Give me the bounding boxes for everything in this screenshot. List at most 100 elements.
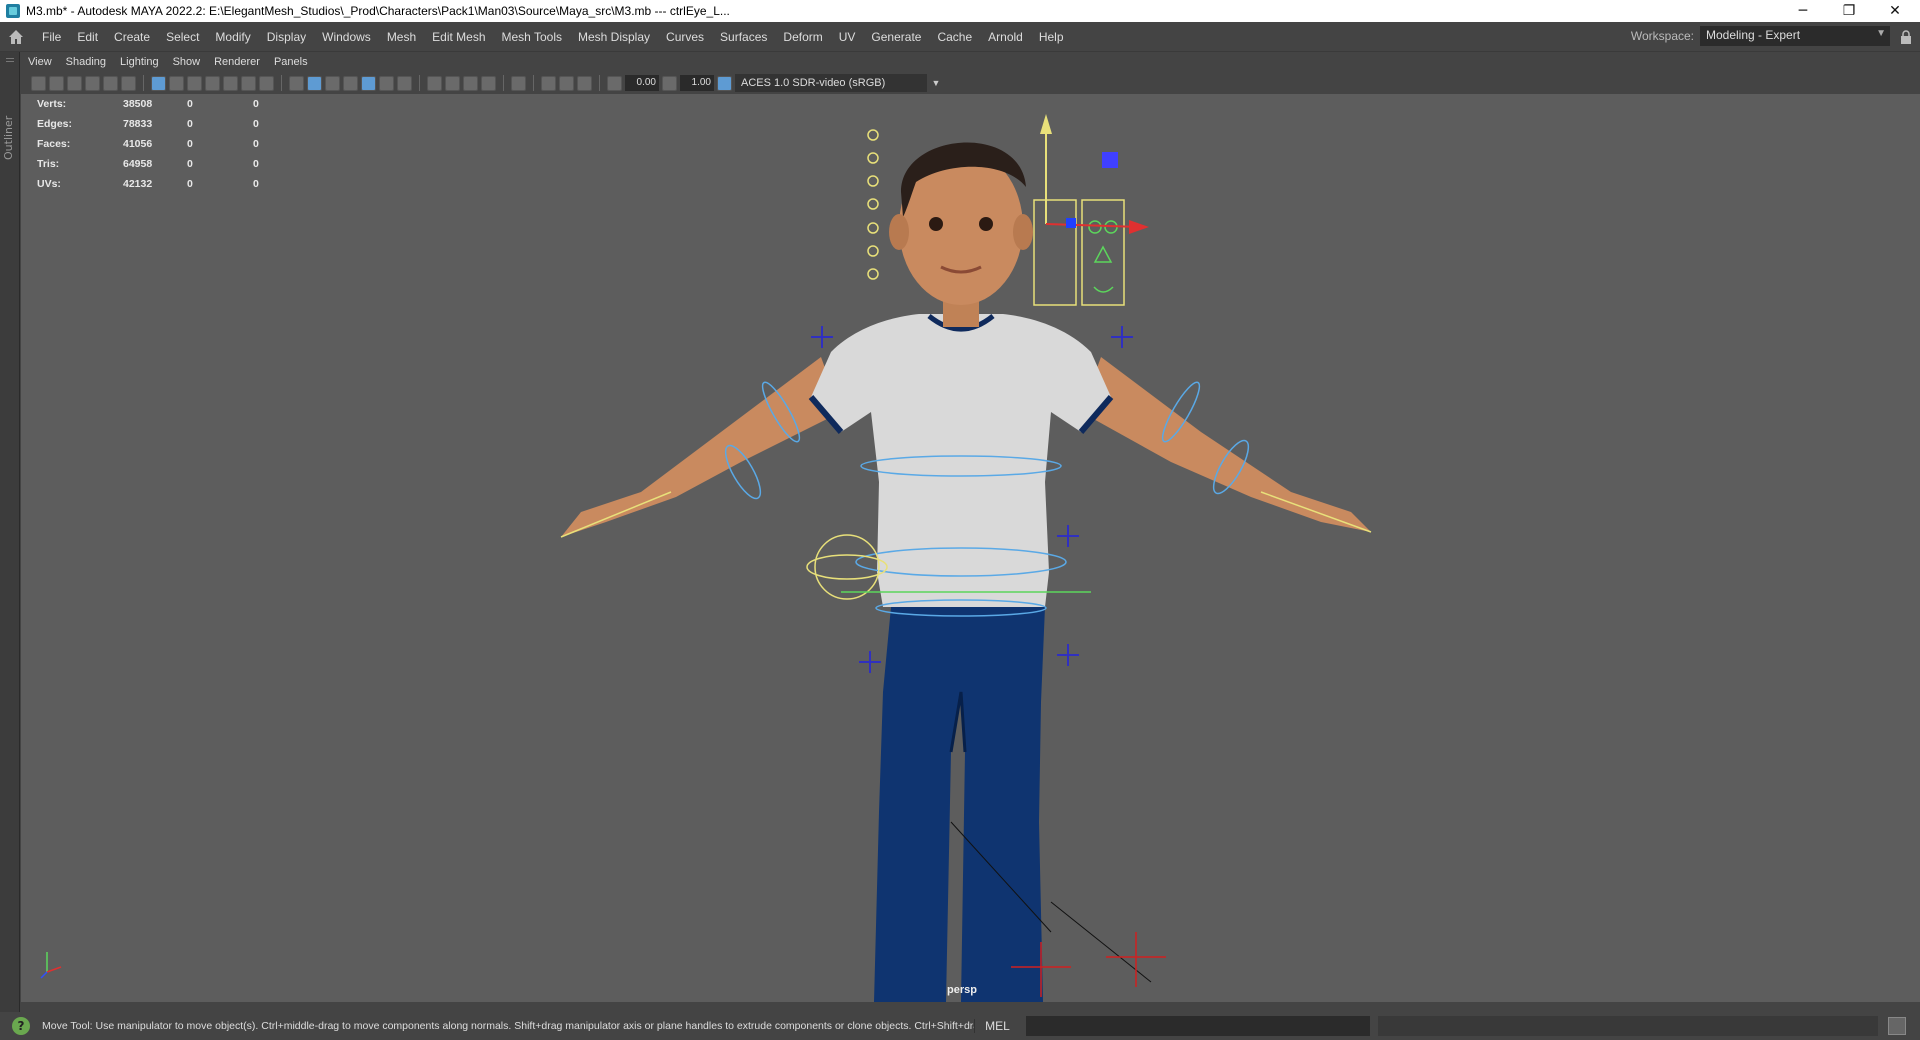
select-camera-icon[interactable] — [31, 75, 46, 91]
menu-deform[interactable]: Deform — [775, 22, 830, 52]
anti-aliasing-icon[interactable] — [463, 75, 478, 91]
menu-uv[interactable]: UV — [831, 22, 864, 52]
panel-menu-show[interactable]: Show — [166, 56, 208, 68]
xray-icon[interactable] — [541, 75, 556, 91]
screen-space-ao-icon[interactable] — [427, 75, 442, 91]
menu-arnold[interactable]: Arnold — [980, 22, 1031, 52]
minimize-button[interactable]: ─ — [1780, 0, 1826, 22]
isolate-select-icon[interactable] — [511, 75, 526, 91]
hud-label: Edges: — [37, 118, 73, 130]
menu-select[interactable]: Select — [158, 22, 207, 52]
default-material-icon[interactable] — [325, 75, 340, 91]
gamma-icon[interactable] — [662, 75, 677, 91]
shadows-icon[interactable] — [397, 75, 412, 91]
menu-generate[interactable]: Generate — [863, 22, 929, 52]
panel-toolbar: 0.00 1.00 ACES 1.0 SDR-video (sRGB) ▼ — [21, 72, 1920, 94]
hud-total: 78833 — [123, 118, 153, 130]
hud-components: 0 — [253, 118, 259, 130]
field-chart-icon[interactable] — [223, 75, 238, 91]
panel-menu-renderer[interactable]: Renderer — [207, 56, 267, 68]
safe-title-icon[interactable] — [259, 75, 274, 91]
menu-windows[interactable]: Windows — [314, 22, 379, 52]
menu-mesh[interactable]: Mesh — [379, 22, 424, 52]
xray-joints-icon[interactable] — [577, 75, 592, 91]
outliner-tab[interactable]: Outliner — [0, 52, 20, 1012]
2d-pan-zoom-icon[interactable] — [103, 75, 118, 91]
menu-modify[interactable]: Modify — [207, 22, 258, 52]
exposure-field[interactable]: 0.00 — [625, 75, 659, 91]
character-pants[interactable] — [874, 607, 1045, 1002]
character-arms[interactable] — [561, 357, 1371, 537]
help-message: Move Tool: Use manipulator to move objec… — [42, 1020, 974, 1032]
hud-total: 42132 — [123, 178, 153, 190]
hud-components: 0 — [253, 158, 259, 170]
rig-controls[interactable] — [40, 114, 1372, 997]
menu-surfaces[interactable]: Surfaces — [712, 22, 775, 52]
menu-curves[interactable]: Curves — [658, 22, 712, 52]
film-gate-icon[interactable] — [169, 75, 184, 91]
image-plane-icon[interactable] — [85, 75, 100, 91]
exposure-icon[interactable] — [607, 75, 622, 91]
home-icon[interactable] — [6, 27, 26, 47]
script-editor-icon[interactable] — [1888, 1017, 1906, 1035]
toolbar-separator — [599, 75, 600, 91]
workspace-value: Modeling - Expert — [1706, 28, 1801, 42]
menu-display[interactable]: Display — [259, 22, 314, 52]
menu-edit[interactable]: Edit — [69, 22, 106, 52]
viewport-panel[interactable]: View Shading Lighting Show Renderer Pane… — [21, 52, 1920, 1002]
smooth-shade-icon[interactable] — [307, 75, 322, 91]
wireframe-on-shaded-icon[interactable] — [343, 75, 358, 91]
menu-file[interactable]: File — [34, 22, 69, 52]
hud-selected: 0 — [187, 158, 193, 170]
grease-pencil-icon[interactable] — [121, 75, 136, 91]
view-transform-dropdown[interactable]: ACES 1.0 SDR-video (sRGB) ▼ — [735, 74, 945, 92]
character-shirt[interactable] — [808, 314, 1114, 607]
menu-create[interactable]: Create — [106, 22, 158, 52]
panel-menu-view[interactable]: View — [21, 56, 59, 68]
menu-cache[interactable]: Cache — [929, 22, 980, 52]
menu-mesh-tools[interactable]: Mesh Tools — [494, 22, 570, 52]
hud-components: 0 — [253, 178, 259, 190]
menu-mesh-display[interactable]: Mesh Display — [570, 22, 658, 52]
close-button[interactable]: ✕ — [1872, 0, 1918, 22]
hud-label: UVs: — [37, 178, 61, 190]
camera-attributes-icon[interactable] — [49, 75, 64, 91]
window-title: M3.mb* - Autodesk MAYA 2022.2: E:\Elegan… — [26, 4, 730, 18]
chevron-down-icon: ▼ — [927, 74, 945, 92]
outliner-label: Outliner — [2, 115, 15, 160]
restore-button[interactable]: ❐ — [1826, 0, 1872, 22]
toolbar-separator — [419, 75, 420, 91]
textured-icon[interactable] — [361, 75, 376, 91]
resolution-gate-icon[interactable] — [187, 75, 202, 91]
title-bar: M3.mb* - Autodesk MAYA 2022.2: E:\Elegan… — [0, 0, 1920, 22]
safe-action-icon[interactable] — [241, 75, 256, 91]
hud-total: 38508 — [123, 98, 153, 110]
script-language-toggle[interactable]: MEL — [974, 1019, 1020, 1033]
hud-row-faces: Faces: 41056 0 0 — [37, 134, 293, 154]
panel-menu-panels[interactable]: Panels — [267, 56, 315, 68]
motion-blur-icon[interactable] — [445, 75, 460, 91]
chevron-down-icon: ▼ — [1876, 28, 1886, 39]
menu-edit-mesh[interactable]: Edit Mesh — [424, 22, 493, 52]
color-management-icon[interactable] — [717, 75, 732, 91]
xray-active-components-icon[interactable] — [559, 75, 574, 91]
bookmarks-icon[interactable] — [67, 75, 82, 91]
poly-count-hud: Verts: 38508 0 0 Edges: 78833 0 0 Faces:… — [37, 94, 293, 194]
wireframe-icon[interactable] — [289, 75, 304, 91]
workspace-dropdown[interactable]: Modeling - Expert ▼ — [1700, 26, 1890, 46]
view-transform-value: ACES 1.0 SDR-video (sRGB) — [741, 77, 886, 89]
menu-help[interactable]: Help — [1031, 22, 1072, 52]
use-all-lights-icon[interactable] — [379, 75, 394, 91]
grid-icon[interactable] — [151, 75, 166, 91]
scene-view[interactable] — [21, 52, 1920, 1002]
gamma-field[interactable]: 1.00 — [680, 75, 714, 91]
gate-mask-icon[interactable] — [205, 75, 220, 91]
character-head[interactable] — [889, 142, 1033, 327]
panel-menu-shading[interactable]: Shading — [59, 56, 113, 68]
help-icon[interactable]: ? — [12, 1017, 30, 1035]
command-line-input[interactable] — [1026, 1016, 1370, 1036]
lock-icon[interactable] — [1900, 30, 1912, 44]
panel-menu-lighting[interactable]: Lighting — [113, 56, 166, 68]
depth-of-field-icon[interactable] — [481, 75, 496, 91]
camera-label: persp — [947, 984, 977, 996]
